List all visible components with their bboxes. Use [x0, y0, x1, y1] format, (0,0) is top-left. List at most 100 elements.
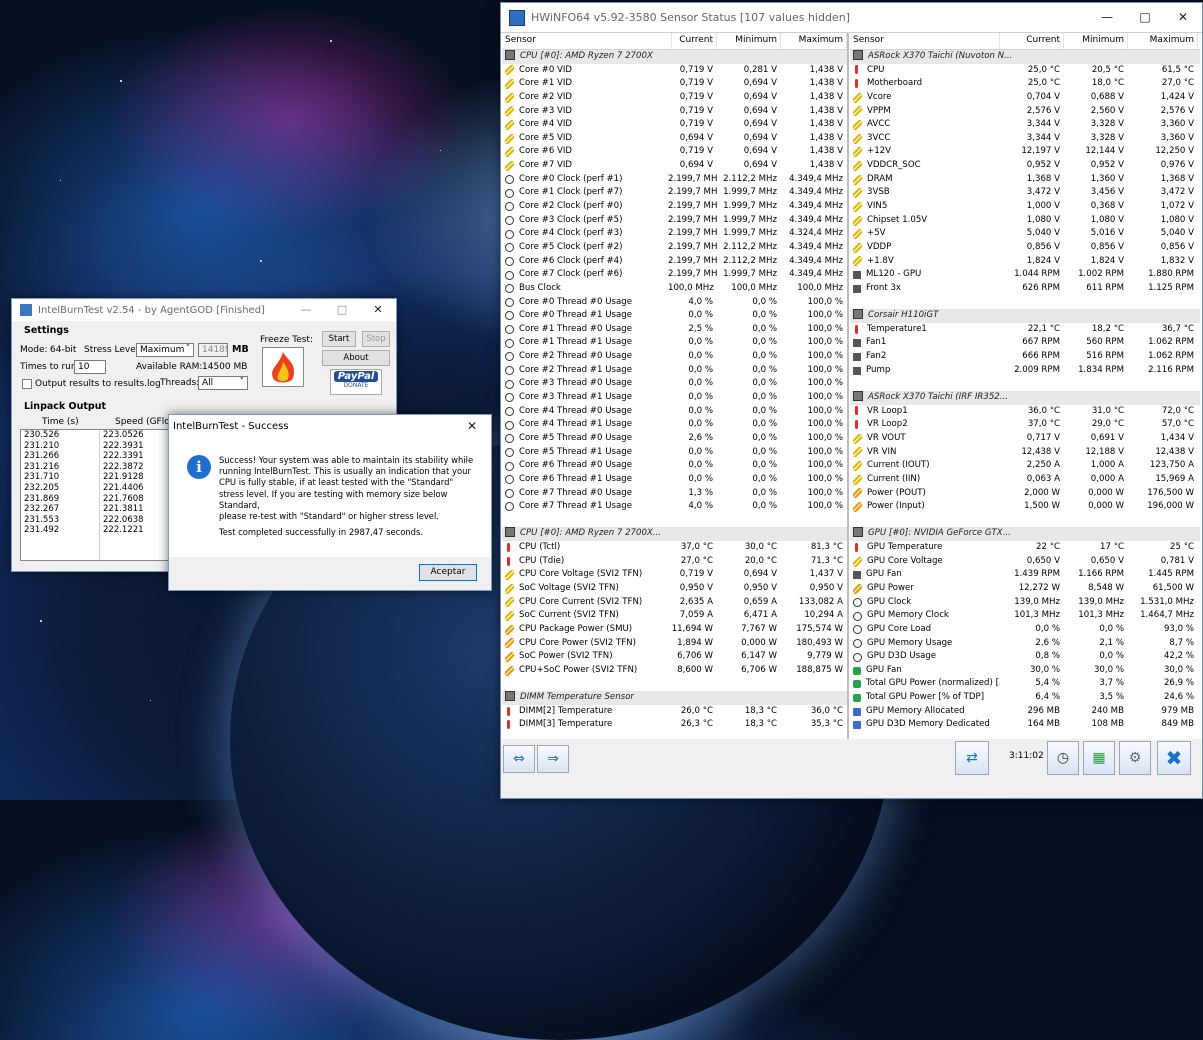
sensor-pane-right[interactable]: Sensor Current Minimum Maximum ASRock X3…	[850, 33, 1200, 739]
sensor-row[interactable]: Core #1 Clock (perf #7) 2.199,7 MHz 1.999,…	[502, 186, 847, 200]
stop-button[interactable]: Stop	[362, 331, 390, 347]
sensor-row[interactable]: Total GPU Power (normalized) [... 5,4 % 3,…	[850, 677, 1200, 691]
col-maximum-header[interactable]: Maximum	[781, 33, 847, 49]
sensor-row[interactable]: GPU Memory Usage 2,6 % 2,1 % 8,7 %	[850, 637, 1200, 651]
maximize-icon[interactable]: □	[1126, 3, 1164, 32]
sensor-row[interactable]: GPU Temperature 22 °C 17 °C 25 °C	[850, 541, 1200, 555]
sensor-row[interactable]: Core #5 Clock (perf #2) 2.199,7 MHz 2.112,…	[502, 241, 847, 255]
sensor-row[interactable]: GPU Power 12,272 W 8,548 W 61,500 W	[850, 582, 1200, 596]
sensor-row[interactable]: Current (IOUT) 2,250 A 1,000 A 123,750 A	[850, 459, 1200, 473]
col-current-header[interactable]: Current	[1000, 33, 1064, 49]
sensor-row[interactable]: CPU (Tdie) 27,0 °C 20,0 °C 71,3 °C	[502, 555, 847, 569]
sensor-row[interactable]: VR Loop2 37,0 °C 29,0 °C 57,0 °C	[850, 418, 1200, 432]
minimize-icon[interactable]: —	[288, 299, 324, 321]
sensor-row[interactable]: Core #6 VID 0,719 V 0,694 V 1,438 V	[502, 145, 847, 159]
sensor-row[interactable]: Core #1 VID 0,719 V 0,694 V 1,438 V	[502, 77, 847, 91]
sensor-row[interactable]: GPU Memory Clock 101,3 MHz 101,3 MHz 1.464,…	[850, 609, 1200, 623]
sensor-row[interactable]: Core #7 Thread #0 Usage 1,3 % 0,0 % 100,0 %	[502, 487, 847, 501]
log-button[interactable]: ▦	[1083, 741, 1115, 775]
sensor-row[interactable]: Power (POUT) 2,000 W 0,000 W 176,500 W	[850, 487, 1200, 501]
sensor-row[interactable]: Current (IIN) 0,063 A 0,000 A 15,969 A	[850, 473, 1200, 487]
sensor-row[interactable]: Vcore 0,704 V 0,688 V 1,424 V	[850, 91, 1200, 105]
nav-right-button[interactable]: ⇒	[537, 745, 569, 773]
sensor-row[interactable]: SoC Power (SVI2 TFN) 6,706 W 6,147 W 9,779 …	[502, 650, 847, 664]
sensor-group-header[interactable]: Corsair H110iGT	[850, 309, 1200, 323]
sensor-row[interactable]: CPU Package Power (SMU) 11,694 W 7,767 W 17…	[502, 623, 847, 637]
exit-button[interactable]: ✖	[1157, 741, 1191, 775]
sensor-row[interactable]: CPU 25,0 °C 20,5 °C 61,5 °C	[850, 64, 1200, 78]
sensor-row[interactable]: Core #4 VID 0,719 V 0,694 V 1,438 V	[502, 118, 847, 132]
minimize-icon[interactable]: —	[1088, 3, 1126, 32]
sensor-row[interactable]: Core #6 Thread #0 Usage 0,0 % 0,0 % 100,0 %	[502, 459, 847, 473]
col-maximum-header[interactable]: Maximum	[1128, 33, 1198, 49]
sensor-row[interactable]: Core #4 Thread #0 Usage 0,0 % 0,0 % 100,0 %	[502, 405, 847, 419]
sensor-row[interactable]: +1.8V 1,824 V 1,824 V 1,832 V	[850, 255, 1200, 269]
sensor-row[interactable]: CPU Core Power (SVI2 TFN) 1,894 W 0,000 W 1…	[502, 637, 847, 651]
sensor-row[interactable]: GPU D3D Memory Dedicated 164 MB 108 MB 849 …	[850, 718, 1200, 732]
sensor-row[interactable]: VR Loop1 36,0 °C 31,0 °C 72,0 °C	[850, 405, 1200, 419]
sensor-row[interactable]: Core #7 Clock (perf #6) 2.199,7 MHz 1.999,…	[502, 268, 847, 282]
hwinfo-titlebar[interactable]: HWiNFO64 v5.92-3580 Sensor Status [107 v…	[501, 3, 1202, 32]
sensor-row[interactable]: Core #0 Thread #0 Usage 4,0 % 0,0 % 100,0 %	[502, 296, 847, 310]
sensor-row[interactable]: Core #5 Thread #1 Usage 0,0 % 0,0 % 100,0 %	[502, 446, 847, 460]
sensor-row[interactable]: Core #6 Thread #1 Usage 0,0 % 0,0 % 100,0 %	[502, 473, 847, 487]
sensor-row[interactable]: Core #3 Clock (perf #5) 2.199,7 MHz 1.999,…	[502, 214, 847, 228]
ok-button[interactable]: Aceptar	[419, 564, 477, 581]
sensor-row[interactable]: Bus Clock 100,0 MHz 100,0 MHz 100,0 MHz	[502, 282, 847, 296]
sensor-row[interactable]: CPU (Tctl) 37,0 °C 30,0 °C 81,3 °C	[502, 541, 847, 555]
sensor-row[interactable]: Core #3 Thread #0 Usage 0,0 % 0,0 % 100,0 %	[502, 377, 847, 391]
close-icon[interactable]: ✕	[360, 299, 396, 321]
sensor-row[interactable]: GPU Core Voltage 0,650 V 0,650 V 0,781 V	[850, 555, 1200, 569]
start-button[interactable]: Start	[322, 331, 356, 347]
sensor-row[interactable]: Core #7 Thread #1 Usage 4,0 % 0,0 % 100,0 %	[502, 500, 847, 514]
times-to-run-input[interactable]: 10	[74, 360, 106, 374]
col-sensor-header[interactable]: Sensor	[850, 33, 1000, 49]
sensor-row[interactable]: VIN5 1,000 V 0,368 V 1,072 V	[850, 200, 1200, 214]
sensor-row[interactable]: VR VOUT 0,717 V 0,691 V 1,434 V	[850, 432, 1200, 446]
clock-button[interactable]: ◷	[1047, 741, 1079, 775]
sensor-row[interactable]: VDDP 0,856 V 0,856 V 0,856 V	[850, 241, 1200, 255]
freeze-test-image[interactable]	[262, 347, 304, 387]
sensor-row[interactable]: VPPM 2,576 V 2,560 V 2,576 V	[850, 105, 1200, 119]
sensor-group-header[interactable]: CPU [#0]: AMD Ryzen 7 2700X...	[502, 527, 847, 542]
sensor-row[interactable]: Fan1 667 RPM 560 RPM 1.062 RPM	[850, 336, 1200, 350]
sensor-row[interactable]: Core #6 Clock (perf #4) 2.199,7 MHz 2.112,…	[502, 255, 847, 269]
sensor-row[interactable]: Core #2 Thread #0 Usage 0,0 % 0,0 % 100,0 %	[502, 350, 847, 364]
paypal-donate-button[interactable]: PayPal DONATE	[330, 369, 382, 395]
sensor-row[interactable]: Temperature1 22,1 °C 18,2 °C 36,7 °C	[850, 323, 1200, 337]
sensor-row[interactable]: +12V 12,197 V 12,144 V 12,250 V	[850, 145, 1200, 159]
col-minimum-header[interactable]: Minimum	[1064, 33, 1128, 49]
sensor-group-header[interactable]: DIMM Temperature Sensor	[502, 691, 847, 705]
sensor-row[interactable]: GPU Fan 30,0 % 30,0 % 30,0 %	[850, 664, 1200, 678]
dialog-titlebar[interactable]: IntelBurnTest - Success ✕	[169, 415, 491, 437]
sensor-row[interactable]: 3VCC 3,344 V 3,328 V 3,360 V	[850, 132, 1200, 146]
sensor-row[interactable]: Core #0 Thread #1 Usage 0,0 % 0,0 % 100,0 %	[502, 309, 847, 323]
sensor-row[interactable]: Fan2 666 RPM 516 RPM 1.062 RPM	[850, 350, 1200, 364]
network-button[interactable]: ⇄	[955, 741, 989, 775]
memory-size-input[interactable]: 14189	[198, 343, 228, 357]
output-results-checkbox[interactable]	[22, 379, 32, 389]
sensor-row[interactable]: ML120 - GPU 1.044 RPM 1.002 RPM 1.880 RPM	[850, 268, 1200, 282]
sensor-row[interactable]: Core #4 Clock (perf #3) 2.199,7 MHz 1.999,…	[502, 227, 847, 241]
maximize-icon[interactable]: □	[324, 299, 360, 321]
sensor-row[interactable]: Core #5 VID 0,694 V 0,694 V 1,438 V	[502, 132, 847, 146]
sensor-row[interactable]: Core #5 Thread #0 Usage 2,6 % 0,0 % 100,0 %	[502, 432, 847, 446]
sensor-row[interactable]: AVCC 3,344 V 3,328 V 3,360 V	[850, 118, 1200, 132]
sensor-row[interactable]: Core #7 VID 0,694 V 0,694 V 1,438 V	[502, 159, 847, 173]
stress-level-select[interactable]: Maximum ˅	[136, 343, 194, 357]
sensor-row[interactable]: DIMM[3] Temperature 26,3 °C 18,3 °C 35,3 °C	[502, 718, 847, 732]
col-minimum-header[interactable]: Minimum	[717, 33, 781, 49]
sensor-row[interactable]: CPU+SoC Power (SVI2 TFN) 8,600 W 6,706 W 18…	[502, 664, 847, 678]
sensor-row[interactable]: Core #1 Thread #0 Usage 2,5 % 0,0 % 100,0 %	[502, 323, 847, 337]
col-current-header[interactable]: Current	[672, 33, 717, 49]
sensor-row[interactable]: DIMM[2] Temperature 26,0 °C 18,3 °C 36,0 °C	[502, 705, 847, 719]
sensor-row[interactable]: Chipset 1.05V 1,080 V 1,080 V 1,080 V	[850, 214, 1200, 228]
sensor-row[interactable]: Total GPU Power [% of TDP] 6,4 % 3,5 % 24,6…	[850, 691, 1200, 705]
sensor-row[interactable]: SoC Voltage (SVI2 TFN) 0,950 V 0,950 V 0,95…	[502, 582, 847, 596]
sensor-row[interactable]: Core #2 VID 0,719 V 0,694 V 1,438 V	[502, 91, 847, 105]
sensor-row[interactable]: Core #2 Clock (perf #0) 2.199,7 MHz 1.999,…	[502, 200, 847, 214]
sensor-row[interactable]: SoC Current (SVI2 TFN) 7,059 A 6,471 A 10,2…	[502, 609, 847, 623]
settings-button[interactable]: ⚙	[1119, 741, 1151, 775]
sensor-row[interactable]: Core #0 Clock (perf #1) 2.199,7 MHz 2.112,…	[502, 173, 847, 187]
sensor-row[interactable]: GPU Core Load 0,0 % 0,0 % 93,0 %	[850, 623, 1200, 637]
